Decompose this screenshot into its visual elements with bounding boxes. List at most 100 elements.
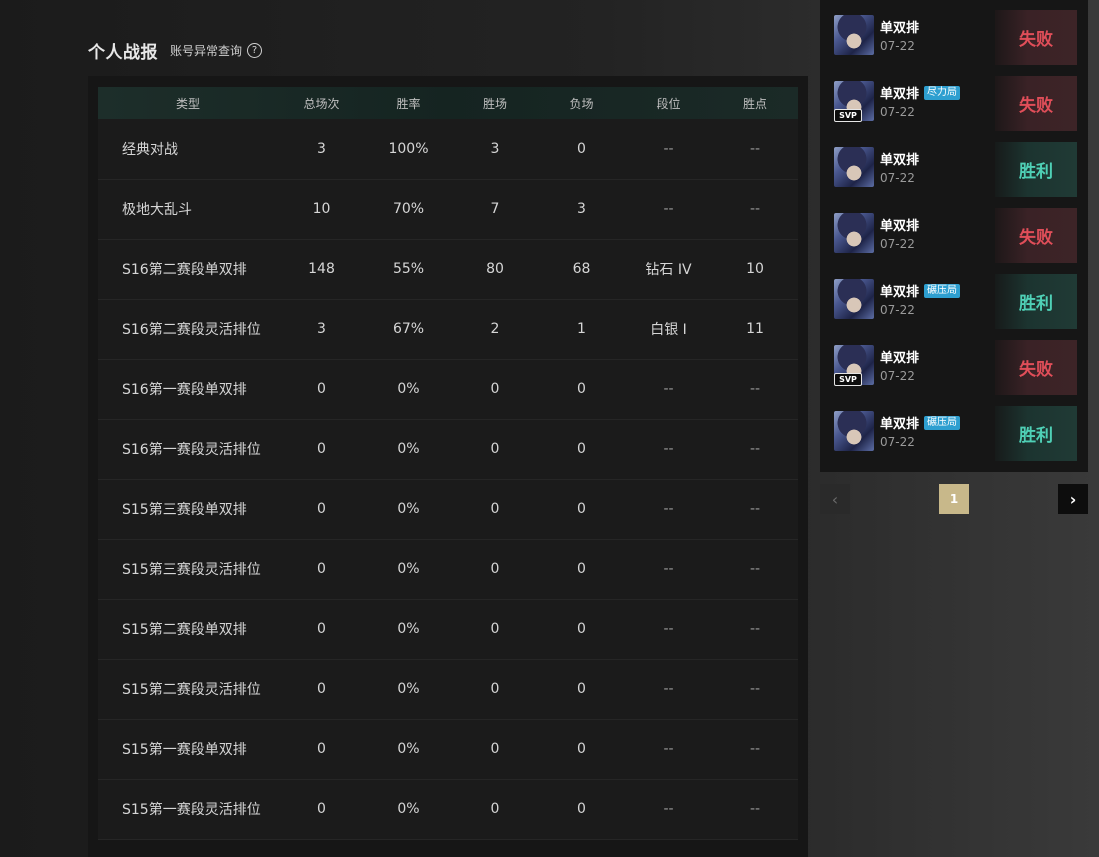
abnormal-query-label: 账号异常查询: [170, 43, 243, 58]
match-tag-badge: 碾压局: [924, 415, 961, 430]
champion-avatar-icon: [834, 147, 874, 187]
svp-badge: SVP: [834, 109, 862, 122]
champion-avatar-icon: [834, 279, 874, 319]
cell-losses: 0: [577, 441, 586, 457]
match-date: 07-22: [880, 435, 915, 449]
match-result: 胜利: [995, 142, 1077, 197]
cell-rank: --: [663, 801, 674, 817]
cell-winrate: 0%: [397, 801, 420, 817]
cell-wins: 0: [490, 561, 500, 577]
match-mode-label: 单双排: [880, 153, 920, 168]
abnormal-query-link[interactable]: 账号异常查询 ?: [170, 42, 263, 59]
cell-winrate: 67%: [392, 321, 425, 337]
cell-lp: --: [749, 561, 761, 577]
cell-losses: 68: [572, 261, 591, 277]
column-header: 胜场: [482, 96, 507, 111]
cell-lp: --: [749, 441, 761, 457]
cell-wins: 0: [490, 621, 500, 637]
cell-winrate: 0%: [397, 681, 420, 697]
cell-total: 0: [317, 441, 326, 457]
cell-total: 3: [317, 321, 326, 337]
cell-wins: 2: [490, 321, 500, 337]
cell-losses: 0: [577, 741, 586, 757]
pagination-page-button[interactable]: 1: [939, 484, 969, 514]
cell-wins: 80: [486, 261, 504, 277]
cell-winrate: 0%: [397, 741, 420, 757]
cell-winrate: 70%: [392, 201, 425, 217]
match-item[interactable]: 单双排 07-22 失败: [820, 198, 1088, 264]
table-row: S15第二赛段单双排 0 0% 0 0 -- --: [98, 599, 798, 659]
pagination-next-button[interactable]: ›: [1058, 484, 1088, 514]
cell-rank: --: [663, 621, 674, 637]
match-item[interactable]: SVP 单双排 07-22 失败: [820, 330, 1088, 396]
cell-total: 0: [317, 381, 326, 397]
cell-rank: --: [663, 140, 674, 157]
cell-losses: 0: [577, 621, 586, 637]
page-title: 个人战报: [88, 42, 158, 63]
cell-lp: --: [749, 140, 761, 157]
pagination-prev-button[interactable]: ‹: [820, 484, 850, 514]
match-tag-badge: 碾压局: [924, 283, 961, 298]
cell-winrate: 0%: [397, 381, 420, 397]
cell-losses: 0: [577, 381, 586, 397]
cell-total: 0: [317, 681, 326, 697]
cell-lp: --: [749, 741, 761, 757]
match-mode-label: 单双排: [880, 285, 920, 300]
cell-wins: 0: [490, 681, 500, 697]
stats-panel: 类型 总场次 胜率 胜场 负场 段位 胜点 经典对战 3 100% 3 0 -- -- 极地大乱斗 10 70…: [88, 76, 808, 857]
cell-losses: 0: [577, 801, 586, 817]
svp-badge: SVP: [834, 373, 862, 386]
cell-winrate: 0%: [397, 621, 420, 637]
match-item[interactable]: 单双排 07-22 胜利: [820, 132, 1088, 198]
column-header: 胜点: [742, 96, 767, 111]
table-row: S16第二赛段灵活排位 3 67% 2 1 白银 Ⅰ 11: [98, 299, 798, 359]
cell-total: 3: [317, 140, 326, 157]
cell-type: S16第一赛段灵活排位: [122, 442, 261, 458]
cell-total: 0: [317, 741, 326, 757]
match-mode: 单双排 尽力局: [880, 83, 961, 102]
cell-type: 经典对战: [122, 141, 178, 158]
cell-type: S16第一赛段单双排: [122, 382, 247, 398]
column-header: 胜率: [396, 96, 421, 111]
match-date: 07-22: [880, 105, 915, 119]
match-result: 失败: [995, 10, 1077, 65]
cell-losses: 3: [577, 201, 586, 217]
match-mode-label: 单双排: [880, 87, 920, 102]
cell-rank: --: [663, 741, 674, 757]
cell-losses: 0: [577, 140, 586, 157]
match-mode: 单双排 碾压局: [880, 281, 961, 300]
cell-type: S15第三赛段单双排: [122, 502, 247, 518]
match-item[interactable]: SVP 单双排 尽力局 07-22 失败: [820, 66, 1088, 132]
cell-total: 148: [308, 261, 335, 277]
match-item[interactable]: 单双排 07-22 失败: [820, 0, 1088, 66]
cell-rank: --: [663, 441, 674, 457]
help-icon[interactable]: ?: [247, 42, 263, 58]
cell-rank: --: [663, 681, 674, 697]
cell-rank: --: [663, 501, 674, 517]
match-item[interactable]: 单双排 碾压局 07-22 胜利: [820, 396, 1088, 462]
cell-total: 0: [317, 801, 326, 817]
table-header-row: 类型 总场次 胜率 胜场 负场 段位 胜点: [98, 87, 798, 119]
cell-wins: 0: [490, 801, 500, 817]
match-date: 07-22: [880, 39, 915, 53]
cell-wins: 0: [490, 441, 500, 457]
cell-type: S15第一赛段单双排: [122, 742, 247, 758]
cell-rank: 钻石 IV: [645, 262, 692, 278]
cell-wins: 3: [490, 140, 500, 157]
champion-avatar-icon: [834, 213, 874, 253]
chevron-right-icon: ›: [1069, 489, 1077, 509]
cell-losses: 1: [577, 321, 586, 337]
column-header: 段位: [656, 96, 681, 111]
cell-total: 0: [317, 501, 326, 517]
cell-type: S16第二赛段灵活排位: [122, 322, 261, 338]
table-row: S15第三赛段单双排 0 0% 0 0 -- --: [98, 479, 798, 539]
match-result: 胜利: [995, 274, 1077, 329]
table-row: S16第二赛段单双排 148 55% 80 68 钻石 IV 10: [98, 239, 798, 299]
cell-lp: --: [749, 201, 761, 217]
match-item[interactable]: 单双排 碾压局 07-22 胜利: [820, 264, 1088, 330]
match-result: 胜利: [995, 406, 1077, 461]
match-mode: 单双排 碾压局: [880, 413, 961, 432]
match-result: 失败: [995, 76, 1077, 131]
cell-losses: 0: [577, 681, 586, 697]
match-result: 失败: [995, 340, 1077, 395]
